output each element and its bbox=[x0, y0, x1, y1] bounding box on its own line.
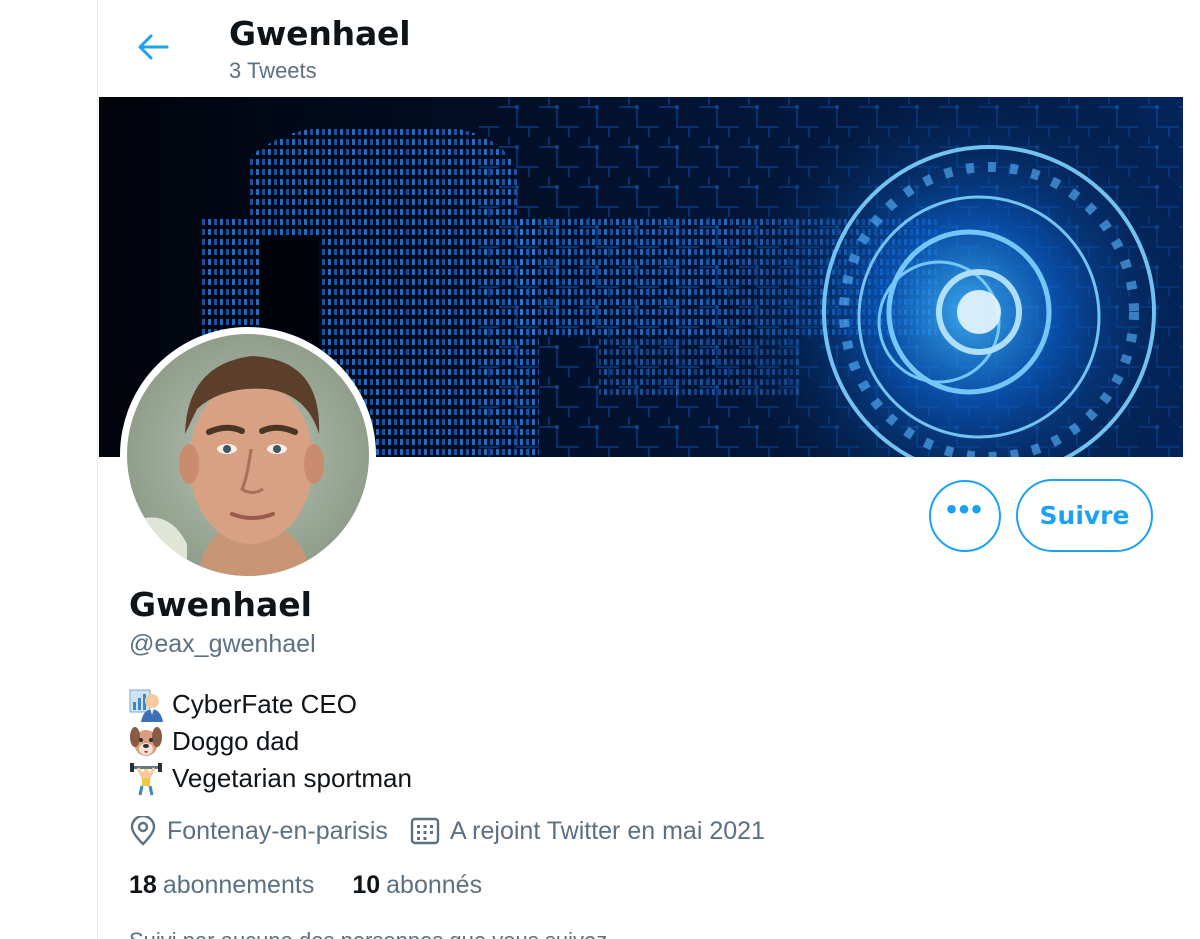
follow-button[interactable]: Suivre bbox=[1016, 479, 1153, 552]
profile-column: Gwenhael 3 Tweets ••• Suivre Gwenhael @e… bbox=[97, 0, 1200, 939]
profile-meta: Fontenay-en-parisis A rejoint Twitter en… bbox=[129, 813, 787, 849]
location: Fontenay-en-parisis bbox=[129, 816, 388, 846]
profile-stats: 18 abonnements 10 abonnés bbox=[129, 871, 520, 900]
map-pin-icon bbox=[130, 816, 156, 846]
more-options-button[interactable]: ••• bbox=[929, 480, 1001, 552]
profile-handle: @eax_gwenhael bbox=[129, 630, 316, 658]
weightlifter-emoji bbox=[129, 762, 163, 796]
header-title: Gwenhael bbox=[229, 14, 411, 53]
join-date: A rejoint Twitter en mai 2021 bbox=[410, 816, 765, 846]
profile-name: Gwenhael bbox=[129, 585, 312, 624]
more-dots-icon: ••• bbox=[946, 493, 984, 526]
followers-link[interactable]: 10 abonnés bbox=[352, 871, 482, 900]
bio-text: CyberFate CEO bbox=[172, 689, 357, 719]
followed-by-text: Suivi par aucune des personnes que vous … bbox=[129, 928, 607, 939]
man-office-worker-emoji bbox=[129, 688, 163, 722]
profile-header-bar: Gwenhael 3 Tweets bbox=[98, 0, 1200, 96]
bio-line: Vegetarian sportman bbox=[129, 760, 412, 797]
avatar-image bbox=[127, 334, 369, 576]
bio-text: Vegetarian sportman bbox=[172, 763, 412, 793]
profile-avatar[interactable] bbox=[120, 327, 376, 583]
dog-face-emoji bbox=[129, 725, 163, 759]
profile-bio: CyberFate CEO Doggo dad Vegetarian sport… bbox=[129, 686, 412, 797]
followers-count: 10 bbox=[352, 871, 381, 899]
bio-line: Doggo dad bbox=[129, 723, 412, 760]
arrow-left-icon bbox=[138, 34, 169, 60]
following-count: 18 bbox=[129, 871, 157, 899]
bio-line: CyberFate CEO bbox=[129, 686, 412, 723]
bio-text: Doggo dad bbox=[172, 726, 300, 756]
following-label: abonnements bbox=[162, 871, 315, 899]
location-text: Fontenay-en-parisis bbox=[167, 816, 388, 845]
back-button[interactable] bbox=[132, 26, 174, 68]
tweet-count: 3 Tweets bbox=[229, 58, 317, 83]
calendar-icon bbox=[410, 817, 440, 845]
join-date-text: A rejoint Twitter en mai 2021 bbox=[449, 816, 765, 845]
following-link[interactable]: 18 abonnements bbox=[129, 871, 314, 900]
followers-label: abonnés bbox=[386, 871, 483, 899]
